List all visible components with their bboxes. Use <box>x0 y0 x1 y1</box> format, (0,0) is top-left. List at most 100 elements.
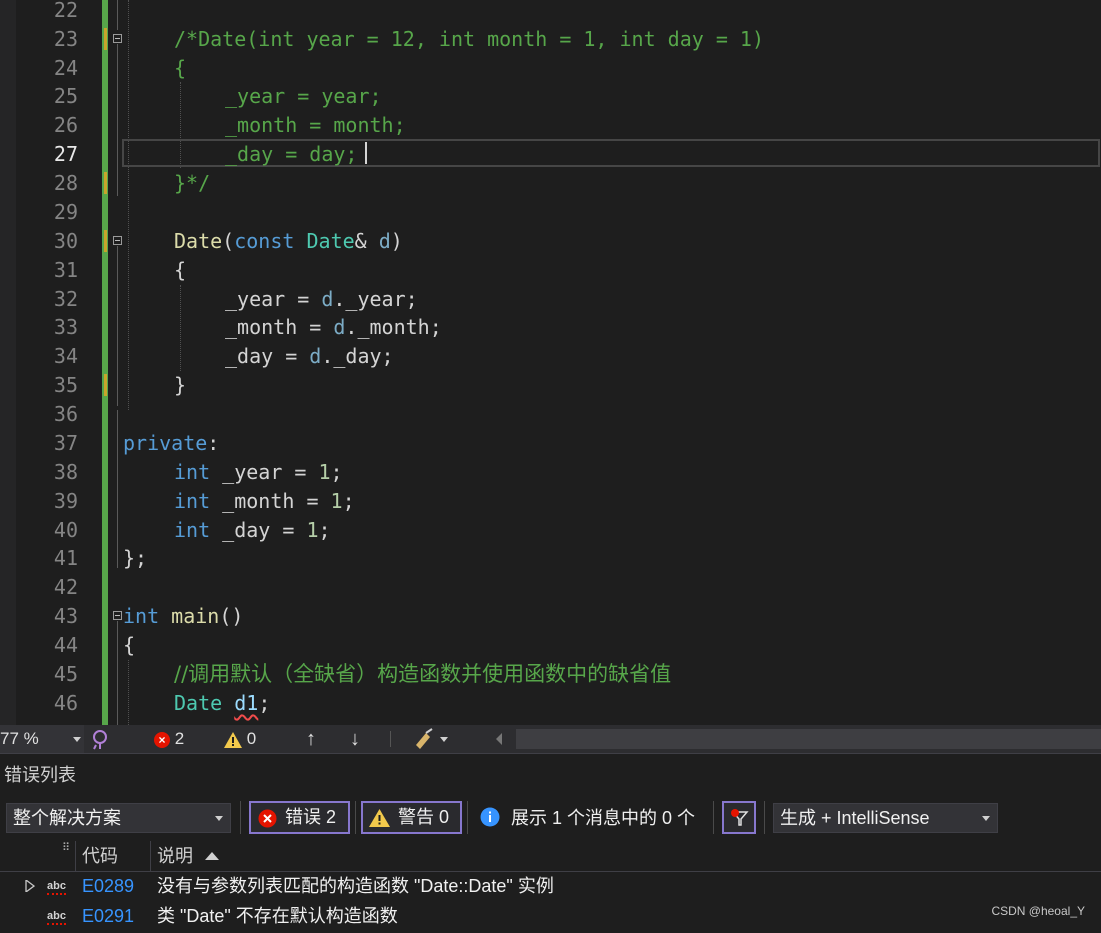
messages-filter-button[interactable]: 展示 1 个消息中的 0 个 <box>480 803 695 833</box>
code-line-24[interactable]: { <box>174 54 186 83</box>
scope-value: 整个解决方案 <box>13 808 121 828</box>
scroll-left-icon[interactable] <box>492 725 506 753</box>
change-tracking-bar <box>102 0 108 725</box>
zoom-dropdown[interactable]: 77 % <box>0 725 84 753</box>
code-text: ; <box>318 518 331 542</box>
code-text: ._year; <box>333 287 418 311</box>
code-line-30[interactable]: Date(const Date& d) <box>174 227 403 256</box>
error-count-indicator[interactable]: × 2 <box>154 725 194 753</box>
code-text: _month = <box>210 489 331 513</box>
unsaved-change-mark <box>104 230 107 252</box>
code-line-45[interactable]: //调用默认（全缺省）构造函数并使用函数中的缺省值 <box>174 660 671 689</box>
indent-guide <box>128 0 129 410</box>
variable-error-squiggle[interactable]: d1 <box>234 691 258 715</box>
type-name: Date <box>174 691 223 715</box>
code-line-31[interactable]: { <box>174 256 186 285</box>
text-caret <box>365 142 367 164</box>
next-issue-down-arrow-icon[interactable]: ↓ <box>350 725 370 753</box>
chevron-down-icon <box>215 816 223 821</box>
paren: ) <box>390 229 403 253</box>
code-line-44[interactable]: { <box>123 631 135 660</box>
code-line-26[interactable]: _month = month; <box>225 111 406 140</box>
code-line-35[interactable]: } <box>174 371 186 400</box>
code-line-43[interactable]: int main() <box>123 602 243 631</box>
code-line-27[interactable]: _day = day; <box>225 140 357 169</box>
outline-line <box>117 621 118 725</box>
code-line-28[interactable]: }*/ <box>174 169 210 198</box>
line-number: 30 <box>53 229 78 253</box>
error-description: 类 "Date" 不存在默认构造函数 <box>157 906 398 926</box>
divider <box>150 841 151 871</box>
build-intellisense-filter-toggle[interactable] <box>722 801 756 834</box>
code-line-34[interactable]: _day = d._day; <box>225 342 394 371</box>
line-number: 38 <box>53 460 78 484</box>
code-text: : <box>207 431 220 455</box>
info-icon <box>480 807 500 827</box>
error-list-header: ⠿ 代码 说明 <box>0 841 1101 872</box>
collapse-toggle-icon[interactable] <box>113 611 122 620</box>
scope-dropdown[interactable]: 整个解决方案 <box>6 803 231 833</box>
parameter: d <box>333 315 346 339</box>
line-number: 24 <box>53 56 78 80</box>
line-number: 39 <box>53 489 78 513</box>
divider <box>0 753 1101 754</box>
line-number: 34 <box>53 344 78 368</box>
line-number: 36 <box>53 402 78 426</box>
indent-guide <box>128 660 129 725</box>
code-line-25[interactable]: _year = year; <box>225 82 382 111</box>
code-line-23[interactable]: /*Date(int year = 12, int month = 1, int… <box>174 25 764 54</box>
number-literal: 1 <box>330 489 343 513</box>
previous-issue-up-arrow-icon[interactable]: ↑ <box>306 725 326 753</box>
outline-line <box>117 410 118 568</box>
code-line-41[interactable]: }; <box>123 544 147 573</box>
type-name: Date <box>306 229 355 253</box>
code-line-32[interactable]: _year = d._year; <box>225 285 418 314</box>
warnings-filter-button[interactable]: 警告 0 <box>361 801 462 834</box>
expand-arrow-icon[interactable] <box>25 880 35 892</box>
line-number: 22 <box>53 0 78 22</box>
horizontal-scrollbar[interactable] <box>516 729 1101 749</box>
keyword: int <box>174 460 211 484</box>
code-line-39[interactable]: int _month = 1; <box>174 487 355 516</box>
error-code-link[interactable]: E0289 <box>82 871 134 901</box>
errors-filter-button[interactable]: 错误 2 <box>249 801 350 834</box>
warning-count-indicator[interactable]: 0 <box>224 725 264 753</box>
unsaved-change-mark <box>104 28 107 50</box>
line-number: 26 <box>53 113 78 137</box>
column-header-description[interactable]: 说明 <box>157 841 193 871</box>
code-cleanup-health-icon[interactable] <box>90 725 110 753</box>
panel-title[interactable]: 错误列表 <box>4 761 76 787</box>
source-dropdown[interactable]: 生成 + IntelliSense <box>773 803 998 833</box>
column-header-code[interactable]: 代码 <box>82 841 118 871</box>
code-text: _day = <box>210 518 307 542</box>
warning-icon <box>369 809 390 827</box>
code-line-40[interactable]: int _day = 1; <box>174 516 331 545</box>
error-count: 2 <box>174 729 185 748</box>
divider <box>75 841 76 871</box>
code-editor[interactable]: 22 23 24 25 26 27 28 29 30 31 32 33 34 3… <box>0 0 1101 725</box>
code-line-38[interactable]: int _year = 1; <box>174 458 343 487</box>
chevron-down-icon <box>982 816 990 821</box>
error-row[interactable]: abc E0289 没有与参数列表匹配的构造函数 "Date::Date" 实例 <box>0 871 1101 901</box>
line-number: 43 <box>53 604 78 628</box>
line-number: 32 <box>53 287 78 311</box>
paren: ( <box>222 229 235 253</box>
code-text: ; <box>342 489 355 513</box>
code-text: ; <box>330 460 343 484</box>
divider <box>713 801 714 834</box>
code-line-37[interactable]: private: <box>123 429 219 458</box>
code-text: _month = <box>225 315 334 339</box>
line-number: 45 <box>53 662 78 686</box>
code-text: ._day; <box>321 344 394 368</box>
code-cleanup-broom-icon[interactable] <box>412 725 452 753</box>
collapse-toggle-icon[interactable] <box>113 236 122 245</box>
code-line-33[interactable]: _month = d._month; <box>225 313 442 342</box>
code-line-46[interactable]: Date d1; <box>174 689 270 718</box>
error-row[interactable]: abc E0291 类 "Date" 不存在默认构造函数 <box>0 901 1101 931</box>
column-options-icon[interactable]: ⠿ <box>62 841 70 855</box>
editor-status-strip: 77 % × 2 0 ↑ ↓ <box>0 725 1101 753</box>
line-number: 29 <box>53 200 78 224</box>
collapse-toggle-icon[interactable] <box>113 34 122 43</box>
error-code-link[interactable]: E0291 <box>82 901 134 931</box>
spell-check-error-icon: abc <box>47 901 66 931</box>
